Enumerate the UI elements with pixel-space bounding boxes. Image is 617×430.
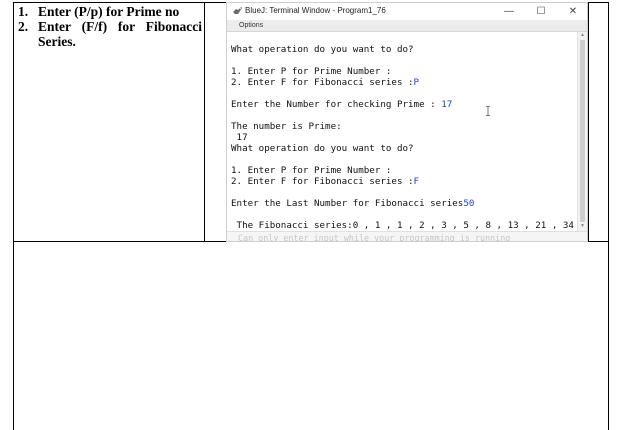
text-cursor-icon <box>486 106 490 116</box>
output-line: What operation do you want to do? <box>231 44 414 55</box>
output-line: Enter the Last Number for Fibonacci seri… <box>231 198 475 209</box>
user-input: 17 <box>441 99 453 110</box>
output-line: The Fibonacci series:0 , 1 , 1 , 2 , 3 ,… <box>231 220 574 231</box>
output-line: 1. Enter P for Prime Number : <box>231 165 392 176</box>
output-line: Enter the Number for checking Prime : 17 <box>231 99 453 110</box>
instruction-number: 1. <box>18 4 29 19</box>
instruction-list: 1. Enter (P/p) for Prime no 2. Enter (F/… <box>14 4 202 49</box>
instruction-item: 1. Enter (P/p) for Prime no <box>14 4 202 19</box>
terminal-output[interactable]: What operation do you want to do? 1. Ent… <box>227 32 579 231</box>
output-line: 17 <box>231 132 248 143</box>
instruction-item: 2. Enter (F/f) for Fibonacci Series. <box>14 19 202 49</box>
output-line: 2. Enter F for Fibonacci series :P <box>231 77 420 88</box>
instruction-text: Enter (F/f) for Fibonacci <box>38 19 202 34</box>
terminal-window: BlueJ: Terminal Window - Program1_76 — ☐… <box>226 2 588 242</box>
maximize-button[interactable]: ☐ <box>529 3 553 20</box>
output-line: What operation do you want to do? <box>231 143 414 154</box>
input-placeholder: Can only enter input while your programm… <box>238 233 511 242</box>
output-line: 2. Enter F for Fibonacci series :F <box>231 176 420 187</box>
scroll-up-icon[interactable]: ▲ <box>579 33 586 39</box>
table-border-left <box>13 242 14 430</box>
close-button[interactable]: ✕ <box>561 3 585 20</box>
bluej-bird-icon <box>233 7 242 14</box>
menu-bar: Options <box>227 20 587 32</box>
table-border-right <box>608 242 609 430</box>
minimize-button[interactable]: — <box>497 3 521 20</box>
vertical-scrollbar[interactable]: ▲ ▼ <box>577 32 587 231</box>
window-title: BlueJ: Terminal Window - Program1_76 <box>245 6 386 15</box>
scroll-down-icon[interactable]: ▼ <box>579 224 586 230</box>
instruction-text: Enter (P/p) for Prime no <box>38 4 180 19</box>
menu-options[interactable]: Options <box>239 20 263 31</box>
user-input: 50 <box>463 198 475 209</box>
user-input: F <box>413 176 420 187</box>
instruction-number: 2. <box>18 19 29 34</box>
output-line: The number is Prime: <box>231 121 342 132</box>
scrollbar-thumb[interactable] <box>580 40 585 222</box>
table-column-divider <box>588 2 589 242</box>
table-column-divider <box>204 2 205 242</box>
output-line: 1. Enter P for Prime Number : <box>231 66 392 77</box>
instruction-text: Series. <box>38 34 76 49</box>
input-field[interactable]: Can only enter input while your programm… <box>227 231 587 242</box>
document-page: 1. Enter (P/p) for Prime no 2. Enter (F/… <box>0 0 617 430</box>
user-input: P <box>413 77 420 88</box>
title-bar[interactable]: BlueJ: Terminal Window - Program1_76 — ☐… <box>227 3 587 20</box>
